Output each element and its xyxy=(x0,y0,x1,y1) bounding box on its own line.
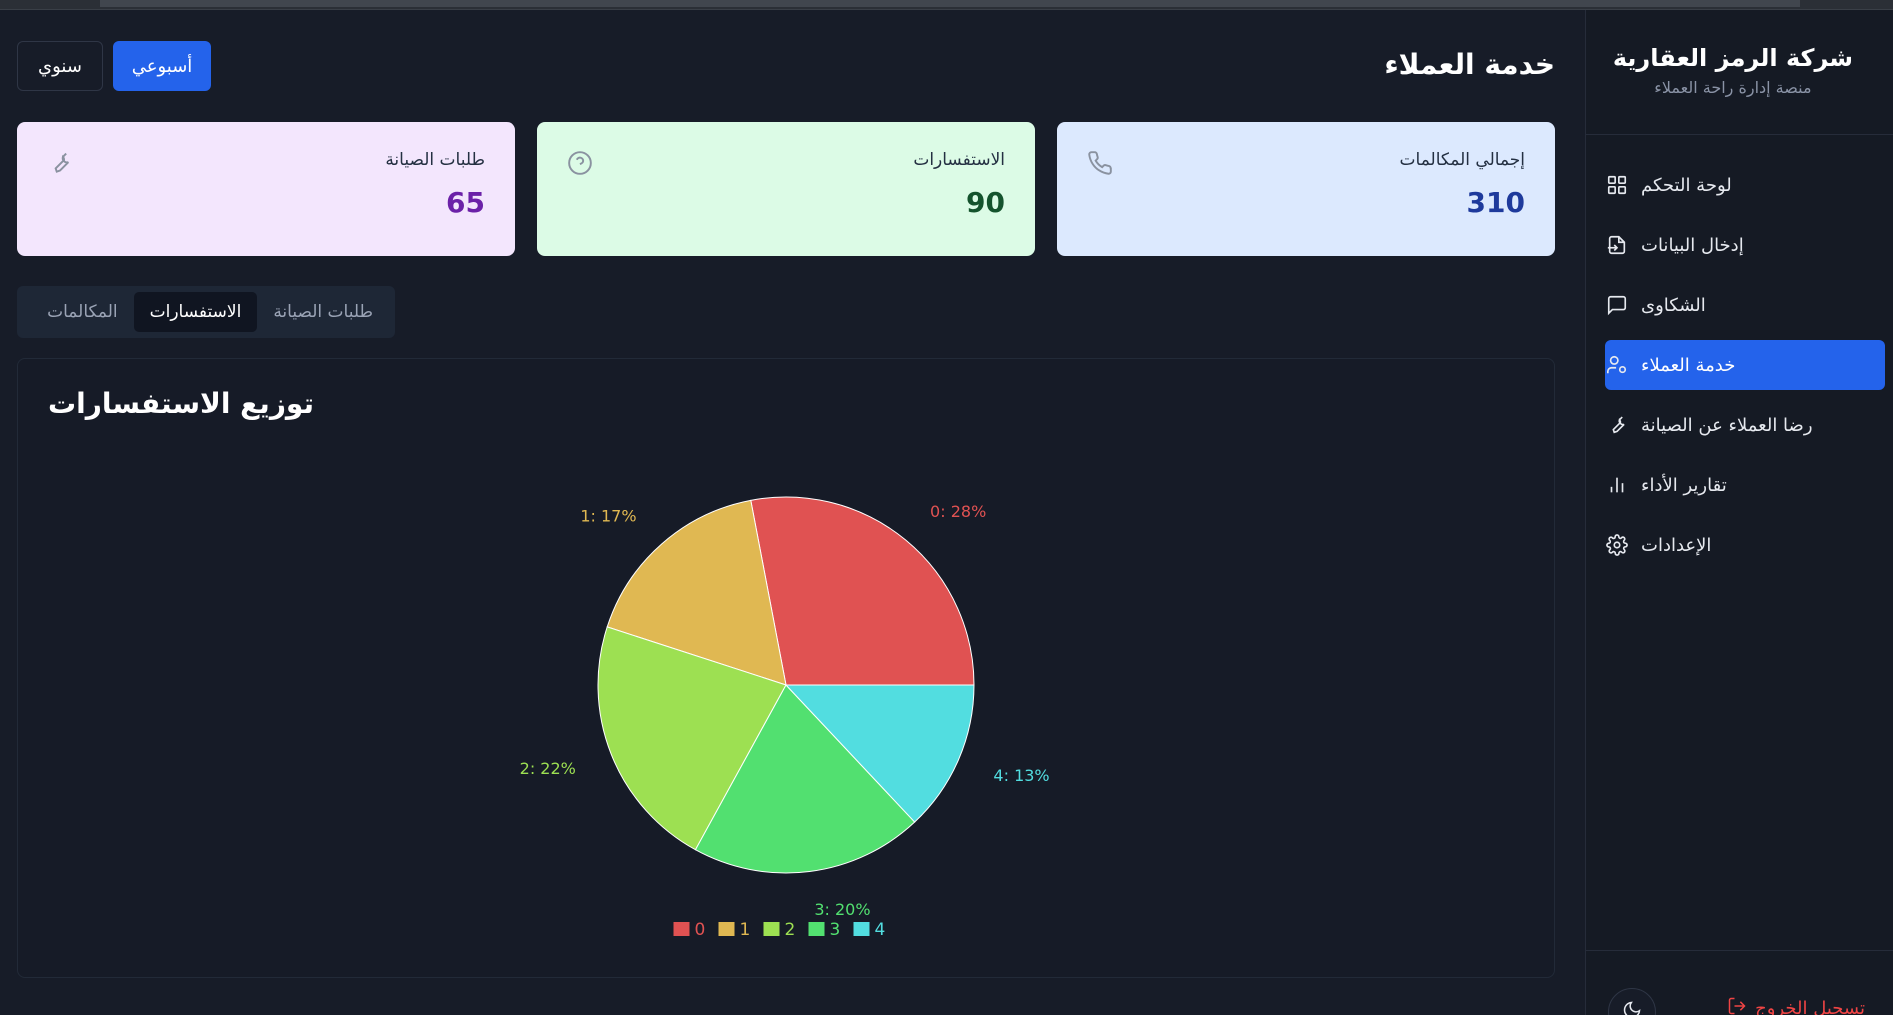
chart-card: توزيع الاستفسارات 0: 28% 1: 17% 2: 22% 3: 2… xyxy=(17,358,1555,978)
stats-cards: إجمالي المكالمات 310 الاستفسارات 90 طلبا… xyxy=(17,122,1555,256)
wrench-icon xyxy=(47,150,73,176)
sidebar-item-maintenance-satisfaction[interactable]: رضا العملاء عن الصيانة xyxy=(1605,400,1885,450)
brand-title: شركة الرمز العقارية xyxy=(1612,44,1853,72)
sidebar-item-settings[interactable]: الإعدادات xyxy=(1605,520,1885,570)
sidebar-item-label: رضا العملاء عن الصيانة xyxy=(1641,414,1813,436)
browser-top-bar xyxy=(0,0,1893,10)
stat-value: 310 xyxy=(1466,186,1525,219)
tab-calls[interactable]: المكالمات xyxy=(31,292,134,332)
period-toggle: سنوي أسبوعي xyxy=(17,41,211,91)
stat-label: طلبات الصيانة xyxy=(385,150,485,170)
sidebar-item-complaints[interactable]: الشكاوى xyxy=(1605,280,1885,330)
sidebar-item-label: لوحة التحكم xyxy=(1641,174,1732,196)
sidebar-item-customer-service[interactable]: خدمة العملاء xyxy=(1605,340,1885,390)
sidebar-item-label: تقارير الأداء xyxy=(1641,474,1727,496)
stat-label: الاستفسارات xyxy=(913,150,1005,170)
logout-icon xyxy=(1727,996,1747,1015)
phone-icon xyxy=(1087,150,1113,176)
stat-card-calls: إجمالي المكالمات 310 xyxy=(1057,122,1555,256)
pie-label-0: 0: 28% xyxy=(930,502,986,521)
category-tabs: طلبات الصيانة الاستفسارات المكالمات xyxy=(17,286,395,338)
stat-value: 65 xyxy=(446,186,485,219)
theme-toggle-button[interactable] xyxy=(1608,988,1656,1015)
tab-inquiries[interactable]: الاستفسارات xyxy=(133,292,258,332)
legend-label-2: 2 xyxy=(785,920,796,940)
logout-label: تسجيل الخروج xyxy=(1755,998,1865,1015)
sidebar-nav: لوحة التحكم إدخال البيانات الشكاوى خدمة … xyxy=(1605,160,1885,580)
pie-label-2: 2: 22% xyxy=(520,759,576,778)
brand-subtitle: منصة إدارة راحة العملاء xyxy=(1654,78,1812,97)
gear-icon xyxy=(1605,533,1629,557)
page-title: خدمة العملاء xyxy=(1384,48,1555,81)
sidebar-item-label: الشكاوى xyxy=(1641,294,1706,316)
pie-label-1: 1: 17% xyxy=(580,506,636,525)
tab-maintenance[interactable]: طلبات الصيانة xyxy=(257,292,389,332)
sidebar-item-data-entry[interactable]: إدخال البيانات xyxy=(1605,220,1885,270)
brand: شركة الرمز العقارية منصة إدارة راحة العم… xyxy=(1613,44,1853,97)
moon-icon xyxy=(1622,1000,1642,1015)
pie-label-4: 4: 13% xyxy=(993,766,1049,785)
stat-value: 90 xyxy=(966,186,1005,219)
legend-swatch-2 xyxy=(763,922,780,936)
stat-label: إجمالي المكالمات xyxy=(1399,150,1525,170)
file-input-icon xyxy=(1605,233,1629,257)
sidebar-divider xyxy=(1586,134,1893,135)
sidebar-item-performance-reports[interactable]: تقارير الأداء xyxy=(1605,460,1885,510)
bar-chart-icon xyxy=(1605,473,1629,497)
legend-label-0: 0 xyxy=(695,920,706,940)
sidebar-item-label: إدخال البيانات xyxy=(1641,234,1744,256)
legend-label-3: 3 xyxy=(830,920,841,940)
legend-swatch-1 xyxy=(718,922,735,936)
legend-swatch-4 xyxy=(853,922,870,936)
legend-swatch-3 xyxy=(808,922,825,936)
legend-label-1: 1 xyxy=(740,920,751,940)
sidebar: شركة الرمز العقارية منصة إدارة راحة العم… xyxy=(1585,10,1893,1015)
user-cog-icon xyxy=(1605,353,1629,377)
annual-button[interactable]: سنوي xyxy=(17,41,103,91)
sidebar-item-dashboard[interactable]: لوحة التحكم xyxy=(1605,160,1885,210)
message-icon xyxy=(1605,293,1629,317)
pie-label-3: 3: 20% xyxy=(814,900,870,919)
pie-slice-0[interactable] xyxy=(750,496,975,686)
sidebar-item-label: الإعدادات xyxy=(1641,534,1712,556)
logout-button[interactable]: تسجيل الخروج xyxy=(1727,996,1865,1015)
stat-card-inquiries: الاستفسارات 90 xyxy=(537,122,1035,256)
legend-label-4: 4 xyxy=(875,920,886,940)
sidebar-item-label: خدمة العملاء xyxy=(1641,354,1736,376)
help-circle-icon xyxy=(567,150,593,176)
stat-card-maintenance: طلبات الصيانة 65 xyxy=(17,122,515,256)
legend-swatch-0 xyxy=(673,922,690,936)
pie-chart: 0: 28% 1: 17% 2: 22% 3: 20% 4: 13% 0 1 2 3 4 xyxy=(520,496,1050,940)
weekly-button[interactable]: أسبوعي xyxy=(113,41,211,91)
wrench-icon xyxy=(1605,413,1629,437)
dashboard-icon xyxy=(1605,173,1629,197)
sidebar-bottom-divider xyxy=(1586,950,1893,951)
